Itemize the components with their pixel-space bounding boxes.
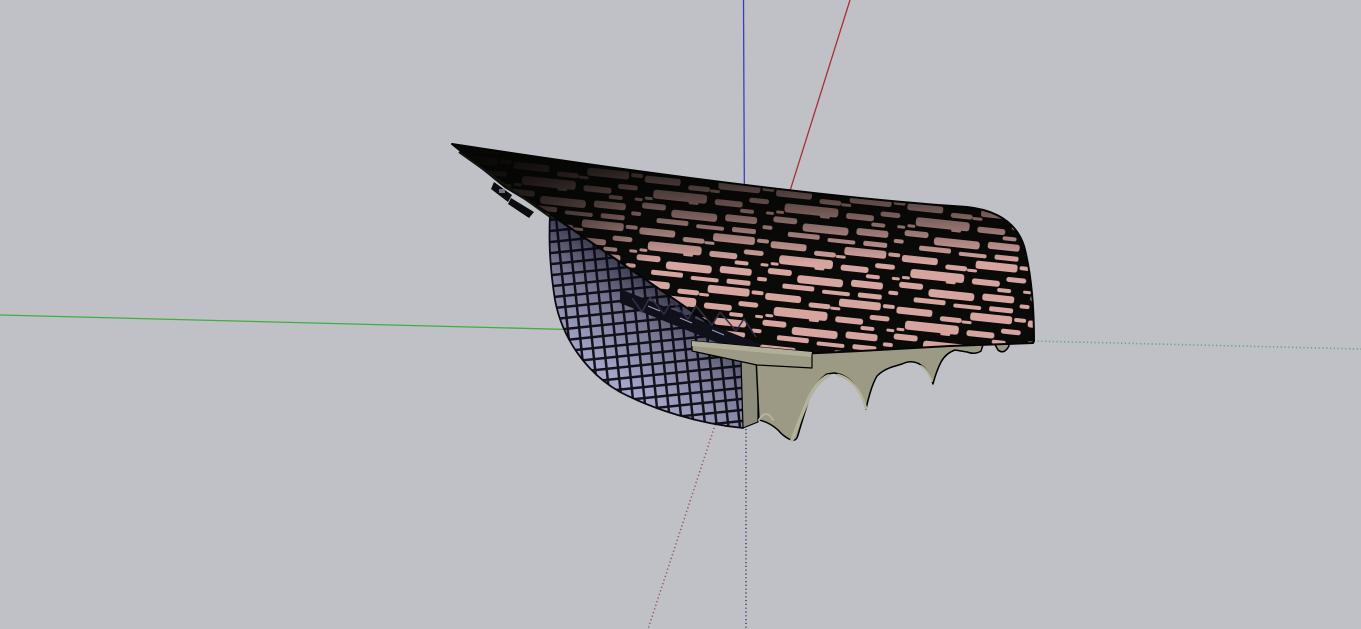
bracket-highlight: [499, 189, 505, 193]
viewport-canvas[interactable]: [0, 0, 1361, 629]
model-arcade-side-face[interactable]: [741, 355, 758, 428]
modeling-viewport[interactable]: [0, 0, 1361, 629]
